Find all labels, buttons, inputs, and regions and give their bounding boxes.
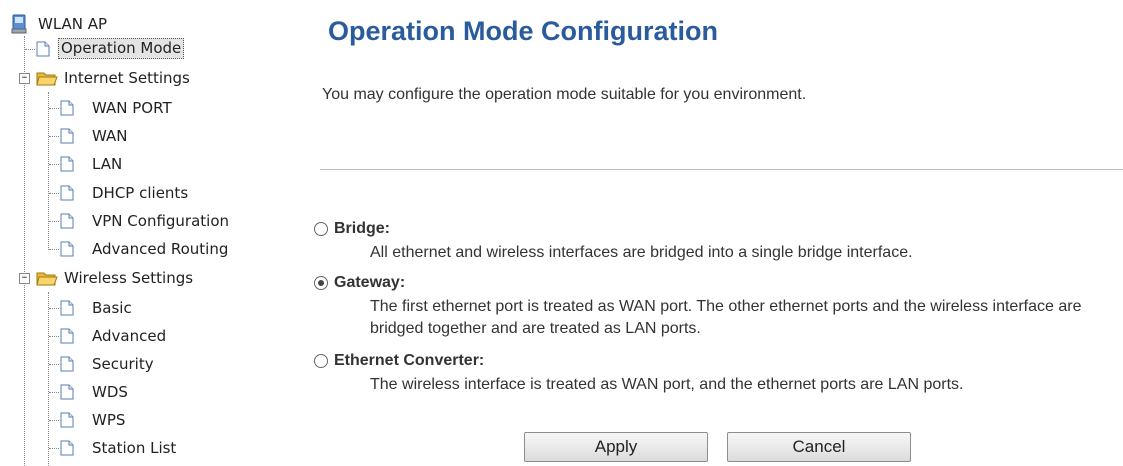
divider [320,169,1123,170]
page-title: Operation Mode Configuration [328,16,718,46]
option-description: The first ethernet port is treated as WA… [370,298,1082,337]
tree-connector [49,108,59,109]
document-icon [60,440,74,456]
document-icon [60,128,74,144]
intro-text: You may configure the operation mode sui… [322,86,807,103]
tree-item-label: WDS [92,383,128,401]
tree-item-label: LAN [92,155,123,173]
document-icon [60,241,74,257]
tree-item-label: Basic [92,299,132,317]
tree-connector [49,308,59,309]
tree-item-label: DHCP clients [92,184,189,202]
gateway-radio[interactable] [314,276,328,290]
tree-guide-line [48,92,49,250]
tree-item-label: VPN Configuration [92,212,230,230]
document-icon [60,384,74,400]
tree-item-label: WPS [92,411,126,429]
tree-item-label: Advanced Routing [92,240,229,258]
document-icon [60,356,74,372]
tree-item-label: Advanced [92,327,167,345]
tree-item-label: Station List [92,439,177,457]
tree-connector [49,193,59,194]
tree-guide-line [48,292,49,466]
computer-icon [11,14,27,34]
tree-item-label: Security [92,355,154,373]
tree-connector [49,336,59,337]
tree-item-label: WAN [92,127,128,145]
main-panel: Operation Mode Configuration You may con… [300,0,1123,466]
tree-root-label: WLAN AP [38,15,108,33]
document-icon [60,100,74,116]
folder-open-icon [36,272,58,286]
tree-connector [49,221,59,222]
option-name: Ethernet Converter: [334,352,485,369]
tree-connector [49,448,59,449]
document-icon [36,41,50,57]
tree-connector [25,49,35,50]
apply-button[interactable]: Apply [524,432,708,462]
option-description: All ethernet and wireless interfaces are… [370,244,913,261]
document-icon [60,185,74,201]
cancel-button[interactable]: Cancel [727,432,911,462]
collapse-expander-icon[interactable]: − [19,273,30,284]
tree-connector [49,136,59,137]
document-icon [60,328,74,344]
option-name: Gateway: [334,274,406,291]
tree-connector [49,249,59,250]
document-icon [60,213,74,229]
tree-connector [49,392,59,393]
tree-folder-label: Wireless Settings [64,269,194,287]
collapse-expander-icon[interactable]: − [19,73,30,84]
option-name: Bridge: [334,220,390,237]
ethernet-converter-radio[interactable] [314,354,328,368]
tree-connector [49,364,59,365]
navigation-tree: WLAN AP Operation Mode − Internet Settin… [0,0,300,466]
folder-open-icon [36,72,58,86]
tree-guide-line [24,36,25,466]
tree-item-label: Operation Mode [58,38,185,59]
option-description: The wireless interface is treated as WAN… [370,376,964,393]
tree-item-label: WAN PORT [92,99,172,117]
document-icon [60,412,74,428]
document-icon [60,156,74,172]
tree-folder-label: Internet Settings [64,69,190,87]
tree-connector [49,164,59,165]
document-icon [60,300,74,316]
bridge-radio[interactable] [314,222,328,236]
tree-connector [49,420,59,421]
